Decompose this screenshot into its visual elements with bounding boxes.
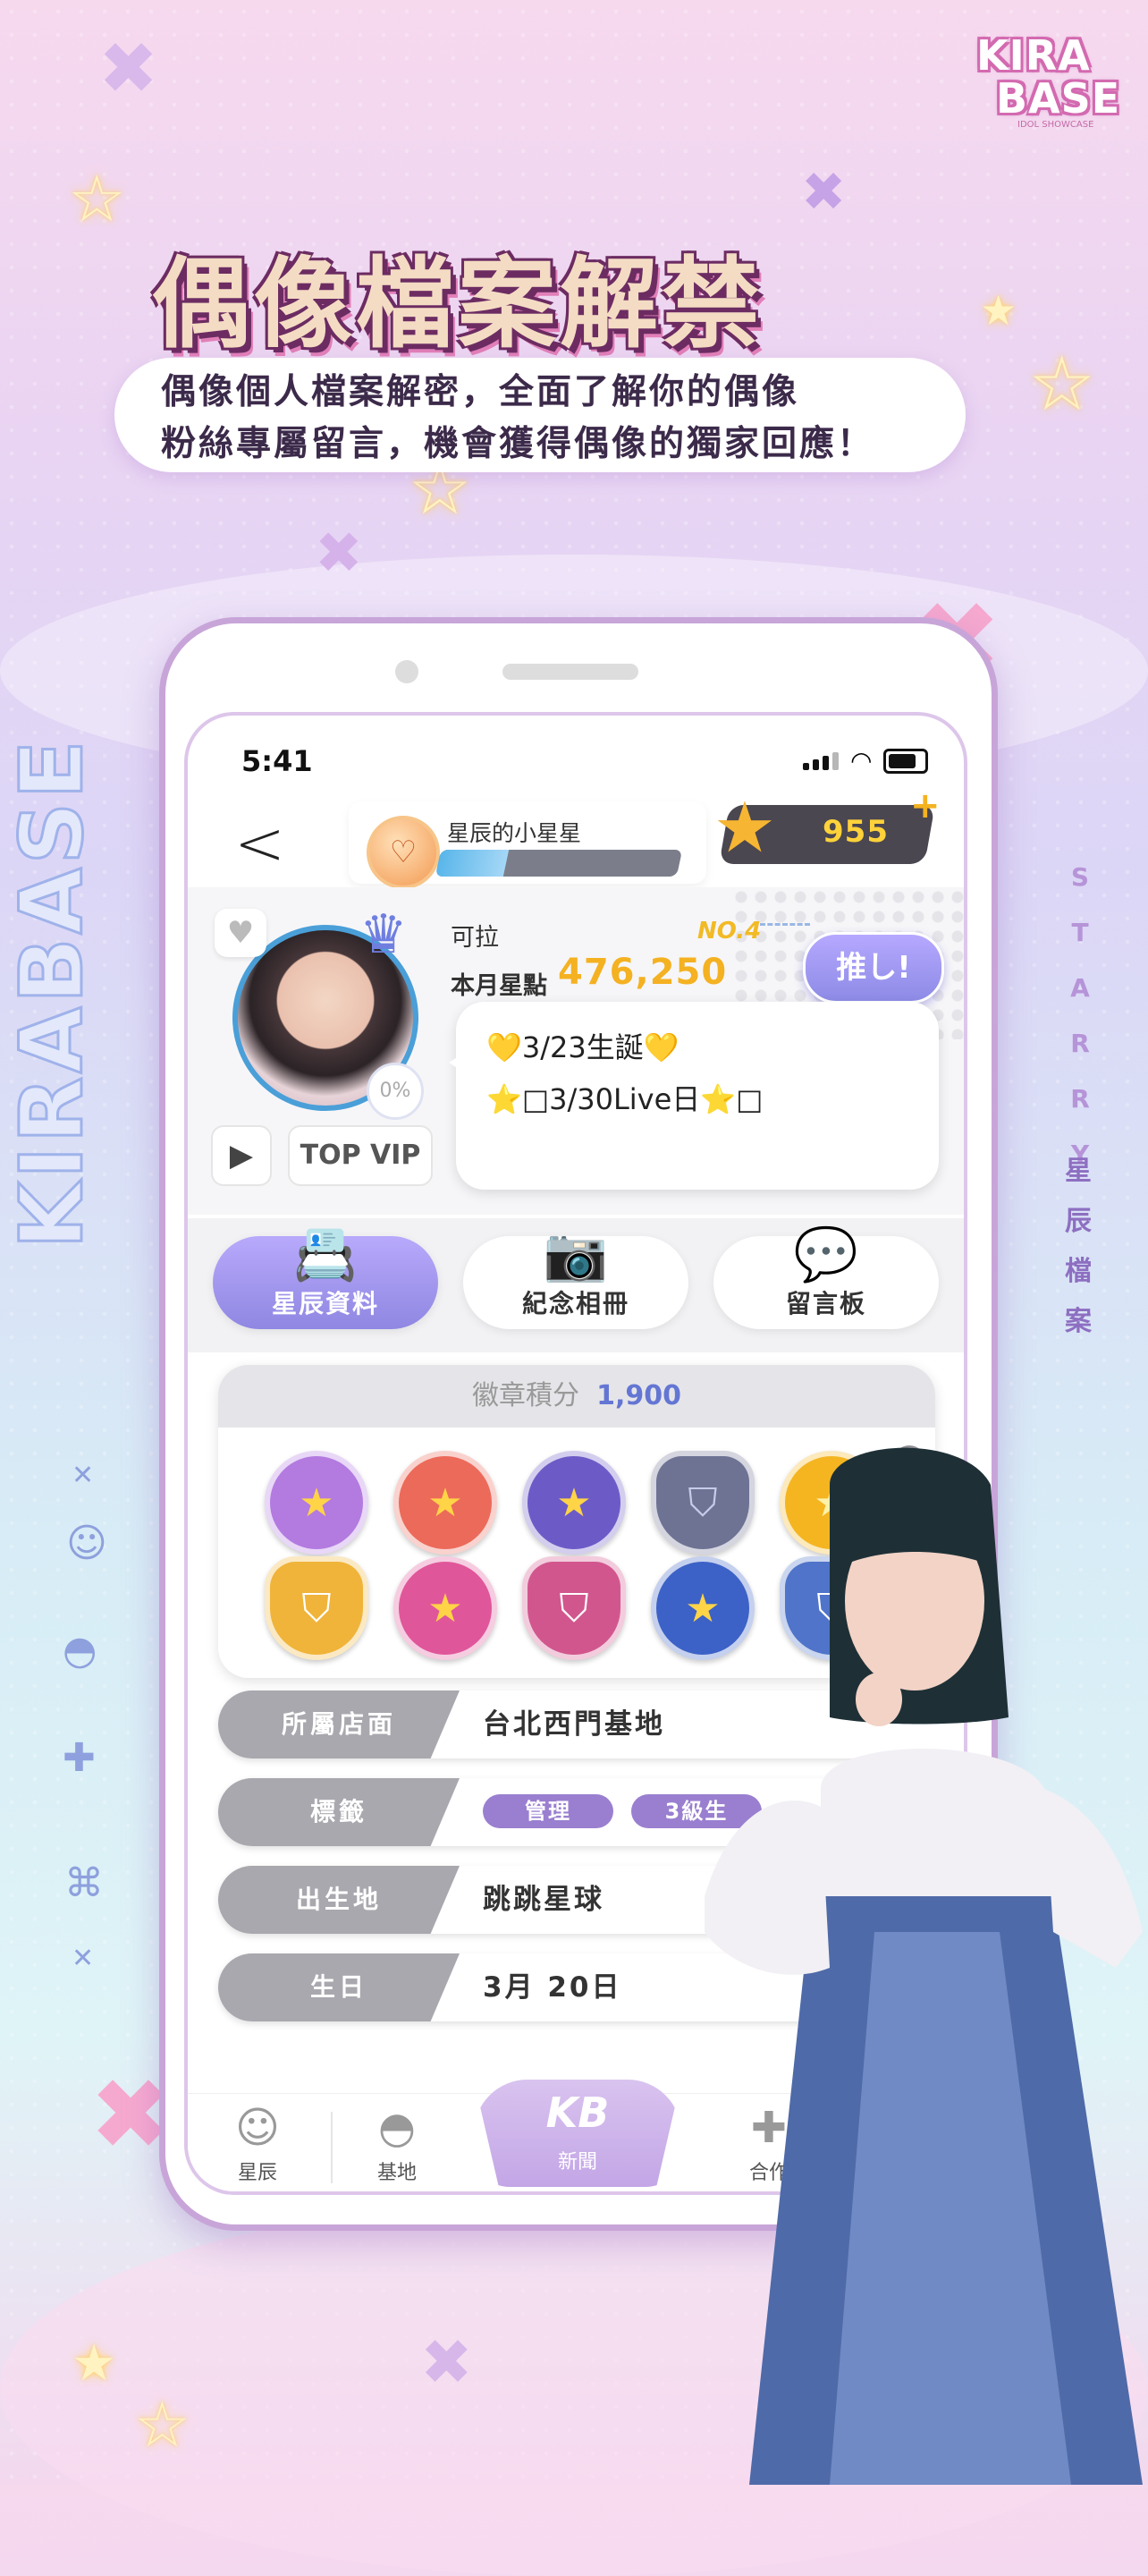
coin-value: 955 [823,814,889,850]
tag-badge: 管理 [483,1794,613,1828]
percent-badge: 0% [367,1063,424,1120]
cross-icon: ✖ [420,2326,473,2399]
chevron-left-icon[interactable]: < [234,809,285,879]
rank-number: NO.4 [697,918,762,945]
plus-icon[interactable]: + [910,785,941,826]
subtitle-line2: 粉絲專屬留言，機會獲得偶像的獨家回應！ [161,424,875,464]
sparkle-icon: ☆ [68,161,126,236]
rank-panel: ♡ 星辰的小星星 [349,801,706,889]
sparkle-icon: ☆ [134,2388,190,2462]
shield-badge-icon[interactable]: ⛉ [265,1556,368,1660]
crown-icon: ♛ [359,903,408,966]
tab-message-board[interactable]: 💬 留言板 [713,1224,939,1329]
idol-name: 可拉 [451,924,499,952]
nav-news[interactable]: KB 新聞 [474,2080,681,2187]
bubble-line2: ⭐□3/30Live日⭐□ [486,1082,764,1116]
heart-medal-icon: ♡ [367,816,440,889]
kb-icon: ⌘ [64,1860,104,1906]
idol-icon: ☺ [234,2103,281,2153]
tab-album[interactable]: 📷 紀念相冊 [463,1224,688,1329]
message-icon: 💬 [793,1224,859,1284]
rank-title: 星辰的小星星 [447,820,582,846]
stars-label: 本月星點 [451,972,547,1000]
camera-icon: 📷 [543,1224,609,1284]
badge-icon[interactable]: ★ [393,1451,497,1555]
video-icon[interactable]: ▶ [211,1125,272,1186]
cross-icon: ✖ [801,161,847,224]
idol-icon: ☺ [66,1521,107,1566]
profile-card: ♥ ♛ 0% ▶ TOP VIP 可拉 NO.4 本月星點 476,250 推し… [188,887,964,1215]
gamepad-icon: ✚ [63,1735,96,1781]
phone-speaker [502,664,638,680]
badge-icon[interactable]: ★ [393,1556,497,1660]
top-vip-button[interactable]: TOP VIP [288,1125,433,1186]
badge-icon[interactable]: ★ [522,1451,626,1555]
headline: 偶像檔案解禁 [152,247,764,361]
cross-icon: ✖ [315,521,363,587]
sparkle-icon: ★ [72,2334,117,2393]
wifi-icon: ◠ [851,746,871,775]
oshi-button[interactable]: 推し! [803,932,944,1004]
status-icons: ◠ [803,746,928,775]
sparkle-icon: ☆ [1028,340,1096,428]
bubble-line1: 💛3/23生誕💛 [486,1030,680,1064]
shield-badge-icon[interactable]: ⛉ [522,1556,626,1660]
rank-divider [760,923,810,926]
close-icon: ✕ [72,1943,95,1974]
message-bubble: 💛3/23生誕💛 ⭐□3/30Live日⭐□ [449,1002,939,1190]
signal-icon [803,751,840,770]
vertical-brand: KIRABASE [1,735,104,1250]
star-icon: ★ [713,788,776,869]
status-time: 5:41 [241,744,313,778]
app-header: < ♡ 星辰的小星星 ★ 955 + [188,778,964,889]
heart-icon[interactable]: ♥ [215,909,266,957]
side-vertical-text: 星辰 檔案 [1065,1156,1092,1337]
sparkle-icon: ★ [980,286,1017,335]
subtitle-line1: 偶像個人檔案解密，全面了解你的偶像 [161,372,800,412]
nav-divider [331,2112,333,2183]
ufo-icon: ◓ [63,1628,97,1674]
phone-camera [395,660,418,683]
starry-vertical: STA RRY [1070,862,1090,1169]
profile-card-icon: 📇 [292,1224,359,1284]
subtitle-text: 偶像個人檔案解密，全面了解你的偶像 粉絲專屬留言，機會獲得偶像的獨家回應！ [161,367,966,470]
tab-bar: 📇 星辰資料 📷 紀念相冊 💬 留言板 [188,1218,964,1352]
badge-score: 徽章積分 1,900 [218,1365,935,1428]
rank-progress [435,850,683,877]
kb-logo-icon: KB [545,2089,610,2137]
idol-photo [705,1447,1143,2485]
ufo-icon: ◓ [378,2103,416,2153]
stars-value: 476,250 [558,952,728,993]
cross-icon: ✖ [98,27,159,110]
badge-icon[interactable]: ★ [265,1451,368,1555]
tab-profile[interactable]: 📇 星辰資料 [213,1224,438,1329]
nav-base[interactable]: ◓ 基地 [334,2103,460,2185]
close-icon: ✕ [72,1460,95,1491]
battery-icon [883,748,928,774]
nav-idol[interactable]: ☺ 星辰 [195,2103,320,2185]
brand-logo: KIRA BASE IDOL SHOWCASE [976,31,1121,130]
